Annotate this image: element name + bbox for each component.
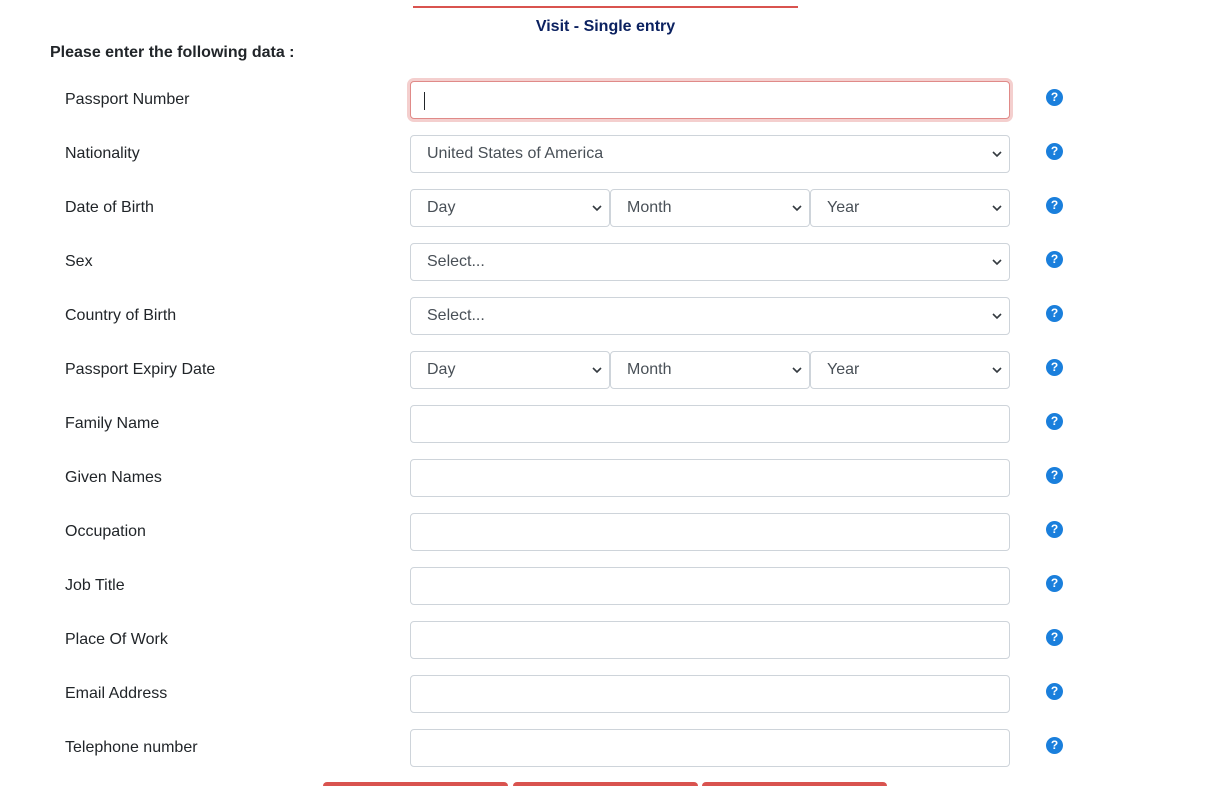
telephone-number-label: Telephone number	[65, 739, 198, 756]
passport-number-input[interactable]	[410, 81, 1010, 119]
occupation-control	[410, 513, 1010, 551]
dob-year-value: Year	[827, 199, 860, 216]
nationality-label: Nationality	[65, 145, 140, 162]
chevron-down-icon	[792, 367, 802, 374]
job-title-input[interactable]	[410, 567, 1010, 605]
country-of-birth-select[interactable]: Select...	[410, 297, 1010, 335]
passport-number-control	[410, 81, 1010, 119]
action-button-1[interactable]	[323, 782, 508, 786]
dob-month-value: Month	[627, 199, 672, 216]
row-passport-expiry-date: Passport Expiry Date Day Month Year ?	[0, 351, 1210, 405]
chevron-down-icon	[992, 367, 1002, 374]
expiry-year-select[interactable]: Year	[810, 351, 1010, 389]
place-of-work-input[interactable]	[410, 621, 1010, 659]
question-circle-icon[interactable]: ?	[1046, 737, 1063, 754]
question-circle-icon[interactable]: ?	[1046, 683, 1063, 700]
sex-select[interactable]: Select...	[410, 243, 1010, 281]
country-of-birth-label: Country of Birth	[65, 307, 177, 324]
job-title-label: Job Title	[65, 577, 125, 594]
email-address-input[interactable]	[410, 675, 1010, 713]
telephone-number-control	[410, 729, 1010, 767]
email-address-label: Email Address	[65, 685, 168, 702]
question-circle-icon[interactable]: ?	[1046, 575, 1063, 592]
question-circle-icon[interactable]: ?	[1046, 629, 1063, 646]
given-names-input[interactable]	[410, 459, 1010, 497]
question-circle-icon[interactable]: ?	[1046, 197, 1063, 214]
form-fields: Passport Number ? Nationality United Sta…	[0, 81, 1210, 783]
row-occupation: Occupation ?	[0, 513, 1210, 567]
expiry-month-select[interactable]: Month	[610, 351, 810, 389]
expiry-month-value: Month	[627, 361, 672, 378]
passport-expiry-label: Passport Expiry Date	[65, 361, 216, 378]
email-address-control	[410, 675, 1010, 713]
given-names-label: Given Names	[65, 469, 162, 486]
nationality-control: United States of America	[410, 135, 1010, 173]
question-circle-icon[interactable]: ?	[1046, 143, 1063, 160]
form-title: Visit - Single entry	[535, 18, 676, 35]
dob-day-value: Day	[427, 199, 456, 216]
row-family-name: Family Name ?	[0, 405, 1210, 459]
action-buttons	[0, 782, 1210, 786]
action-button-3[interactable]	[702, 782, 887, 786]
question-circle-icon[interactable]: ?	[1046, 251, 1063, 268]
dob-year-select[interactable]: Year	[810, 189, 1010, 227]
date-of-birth-label: Date of Birth	[65, 199, 154, 216]
expiry-year-value: Year	[827, 361, 860, 378]
date-of-birth-control: Day Month Year	[410, 189, 1010, 227]
row-telephone-number: Telephone number ?	[0, 729, 1210, 783]
country-of-birth-selected-value: Select...	[427, 307, 485, 324]
title-divider	[413, 6, 798, 8]
place-of-work-label: Place Of Work	[65, 631, 168, 648]
sex-control: Select...	[410, 243, 1010, 281]
telephone-number-input[interactable]	[410, 729, 1010, 767]
question-circle-icon[interactable]: ?	[1046, 305, 1063, 322]
chevron-down-icon	[592, 367, 602, 374]
row-sex: Sex Select... ?	[0, 243, 1210, 297]
question-circle-icon[interactable]: ?	[1046, 413, 1063, 430]
occupation-input[interactable]	[410, 513, 1010, 551]
row-country-of-birth: Country of Birth Select... ?	[0, 297, 1210, 351]
visa-application-form: Visit - Single entry Please enter the fo…	[0, 0, 1210, 786]
chevron-down-icon	[792, 205, 802, 212]
question-circle-icon[interactable]: ?	[1046, 467, 1063, 484]
row-date-of-birth: Date of Birth Day Month Year ?	[0, 189, 1210, 243]
chevron-down-icon	[992, 205, 1002, 212]
occupation-label: Occupation	[65, 523, 146, 540]
row-passport-number: Passport Number ?	[0, 81, 1210, 135]
row-place-of-work: Place Of Work ?	[0, 621, 1210, 675]
job-title-control	[410, 567, 1010, 605]
place-of-work-control	[410, 621, 1010, 659]
instructions-heading: Please enter the following data :	[50, 44, 295, 61]
passport-number-label: Passport Number	[65, 91, 190, 108]
sex-label: Sex	[65, 253, 93, 270]
given-names-control	[410, 459, 1010, 497]
country-of-birth-control: Select...	[410, 297, 1010, 335]
dob-month-select[interactable]: Month	[610, 189, 810, 227]
family-name-control	[410, 405, 1010, 443]
expiry-day-value: Day	[427, 361, 456, 378]
family-name-label: Family Name	[65, 415, 160, 432]
family-name-input[interactable]	[410, 405, 1010, 443]
chevron-down-icon	[992, 313, 1002, 320]
chevron-down-icon	[992, 259, 1002, 266]
row-email-address: Email Address ?	[0, 675, 1210, 729]
nationality-selected-value: United States of America	[427, 145, 604, 162]
passport-expiry-control: Day Month Year	[410, 351, 1010, 389]
chevron-down-icon	[592, 205, 602, 212]
question-circle-icon[interactable]: ?	[1046, 359, 1063, 376]
text-cursor	[424, 92, 425, 110]
question-circle-icon[interactable]: ?	[1046, 89, 1063, 106]
action-button-2[interactable]	[513, 782, 698, 786]
row-given-names: Given Names ?	[0, 459, 1210, 513]
sex-selected-value: Select...	[427, 253, 485, 270]
expiry-day-select[interactable]: Day	[410, 351, 610, 389]
question-circle-icon[interactable]: ?	[1046, 521, 1063, 538]
nationality-select[interactable]: United States of America	[410, 135, 1010, 173]
row-nationality: Nationality United States of America ?	[0, 135, 1210, 189]
dob-day-select[interactable]: Day	[410, 189, 610, 227]
row-job-title: Job Title ?	[0, 567, 1210, 621]
chevron-down-icon	[992, 151, 1002, 158]
